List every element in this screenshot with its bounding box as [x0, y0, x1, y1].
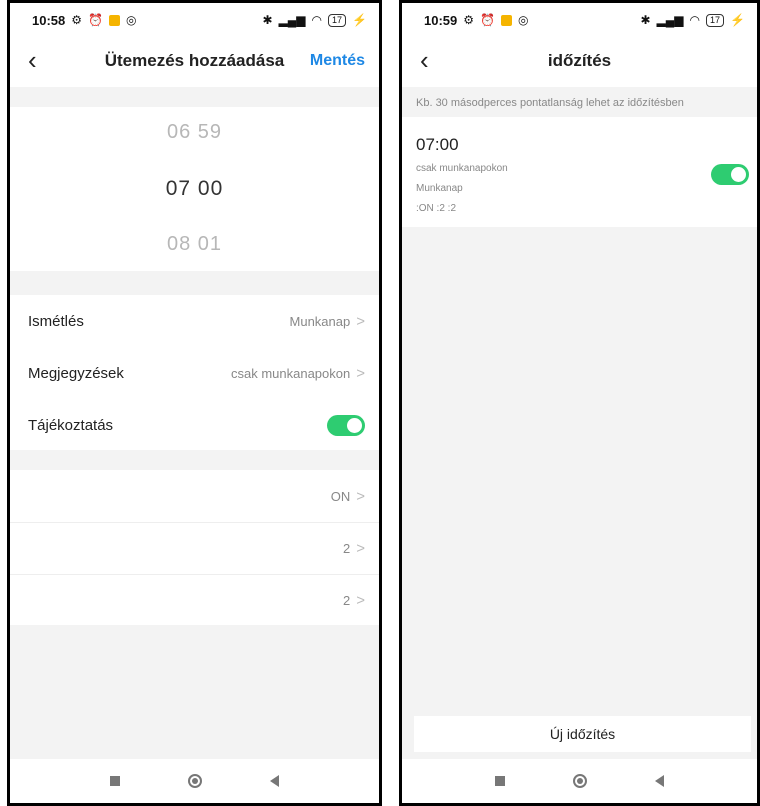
repeat-row[interactable]: Ismétlés Munkanap > [10, 295, 379, 347]
chevron-right-icon: > [356, 539, 365, 557]
sync-icon: ◎ [517, 13, 529, 27]
header: ‹ időzítés [402, 37, 757, 87]
app-notification-icon [108, 14, 120, 26]
timer-repeat: Munkanap [416, 183, 463, 194]
charging-icon: ⚡ [730, 13, 745, 27]
remarks-row[interactable]: Megjegyzések csak munkanapokon > [10, 347, 379, 399]
time-picker[interactable]: 06 59 07 00 08 01 [10, 107, 379, 271]
picker-next[interactable]: 08 01 [10, 233, 379, 256]
action-value: 2 [343, 540, 351, 556]
status-bar: 10:59 ⚙ ⏰ ◎ ✱ ▂▄▆ ◠ 17 ⚡ [402, 3, 757, 37]
notify-row: Tájékoztatás [10, 399, 379, 451]
timer-list-screen: 10:59 ⚙ ⏰ ◎ ✱ ▂▄▆ ◠ 17 ⚡ ‹ időzítés Kb. … [399, 0, 760, 806]
chevron-right-icon: > [356, 312, 365, 330]
bluetooth-icon: ✱ [640, 13, 651, 27]
repeat-label: Ismétlés [28, 312, 84, 330]
action-value: ON [330, 488, 351, 504]
remarks-label: Megjegyzések [28, 364, 124, 382]
action-row-2[interactable]: 2 > [10, 522, 379, 575]
wifi-icon: ◠ [311, 13, 323, 27]
notify-label: Tájékoztatás [28, 416, 114, 434]
nav-bar [10, 759, 379, 803]
settings-list: Ismétlés Munkanap > Megjegyzések csak mun… [10, 295, 379, 450]
status-bar: 10:58 ⚙ ⏰ ◎ ✱ ▂▄▆ ◠ 17 ⚡ [10, 3, 379, 37]
battery-icon: 17 [328, 13, 347, 27]
notification-icon: ⚙ [463, 13, 475, 27]
save-button[interactable]: Mentés [310, 52, 365, 70]
app-notification-icon [500, 14, 512, 26]
recents-icon[interactable] [110, 776, 120, 786]
action-row-power[interactable]: ON > [10, 470, 379, 523]
header: ‹ Ütemezés hozzáadása Mentés [10, 37, 379, 87]
action-row-3[interactable]: 2 > [10, 574, 379, 626]
page-title: időzítés [547, 51, 612, 70]
back-nav-icon[interactable] [270, 775, 279, 787]
repeat-value: Munkanap [289, 313, 351, 329]
remarks-value: csak munkanapokon [230, 365, 351, 381]
sync-icon: ◎ [125, 13, 137, 27]
timer-actions: :ON :2 :2 [416, 203, 457, 214]
accuracy-note: Kb. 30 másodperces pontatlanság lehet az… [416, 97, 684, 109]
chevron-right-icon: > [356, 591, 365, 609]
alarm-icon: ⏰ [88, 13, 103, 27]
status-time: 10:58 [32, 12, 66, 28]
charging-icon: ⚡ [352, 13, 367, 27]
signal-icon: ▂▄▆ [656, 13, 684, 27]
picker-selected[interactable]: 07 00 [10, 177, 379, 201]
signal-icon: ▂▄▆ [278, 13, 306, 27]
timer-time: 07:00 [416, 135, 459, 154]
action-list: ON > 2 > 2 > [10, 470, 379, 625]
wifi-icon: ◠ [689, 13, 701, 27]
add-schedule-screen: 10:58 ⚙ ⏰ ◎ ✱ ▂▄▆ ◠ 17 ⚡ ‹ Ütemezés hozz… [7, 0, 382, 806]
home-icon[interactable] [573, 774, 587, 788]
timer-toggle[interactable] [711, 164, 749, 185]
action-value: 2 [343, 592, 351, 608]
battery-icon: 17 [706, 13, 725, 27]
status-time: 10:59 [424, 12, 458, 28]
home-icon[interactable] [188, 774, 202, 788]
chevron-right-icon: > [356, 487, 365, 505]
recents-icon[interactable] [495, 776, 505, 786]
bluetooth-icon: ✱ [262, 13, 273, 27]
timer-item[interactable]: 07:00 csak munkanapokon Munkanap :ON :2 … [402, 117, 757, 227]
chevron-right-icon: > [356, 364, 365, 382]
alarm-icon: ⏰ [480, 13, 495, 27]
picker-prev[interactable]: 06 59 [10, 121, 379, 144]
new-timer-button[interactable]: Új időzítés [414, 716, 751, 752]
back-nav-icon[interactable] [655, 775, 664, 787]
notification-icon: ⚙ [71, 13, 83, 27]
notify-toggle[interactable] [327, 414, 365, 436]
nav-bar [402, 759, 757, 803]
timer-remark: csak munkanapokon [416, 163, 508, 174]
